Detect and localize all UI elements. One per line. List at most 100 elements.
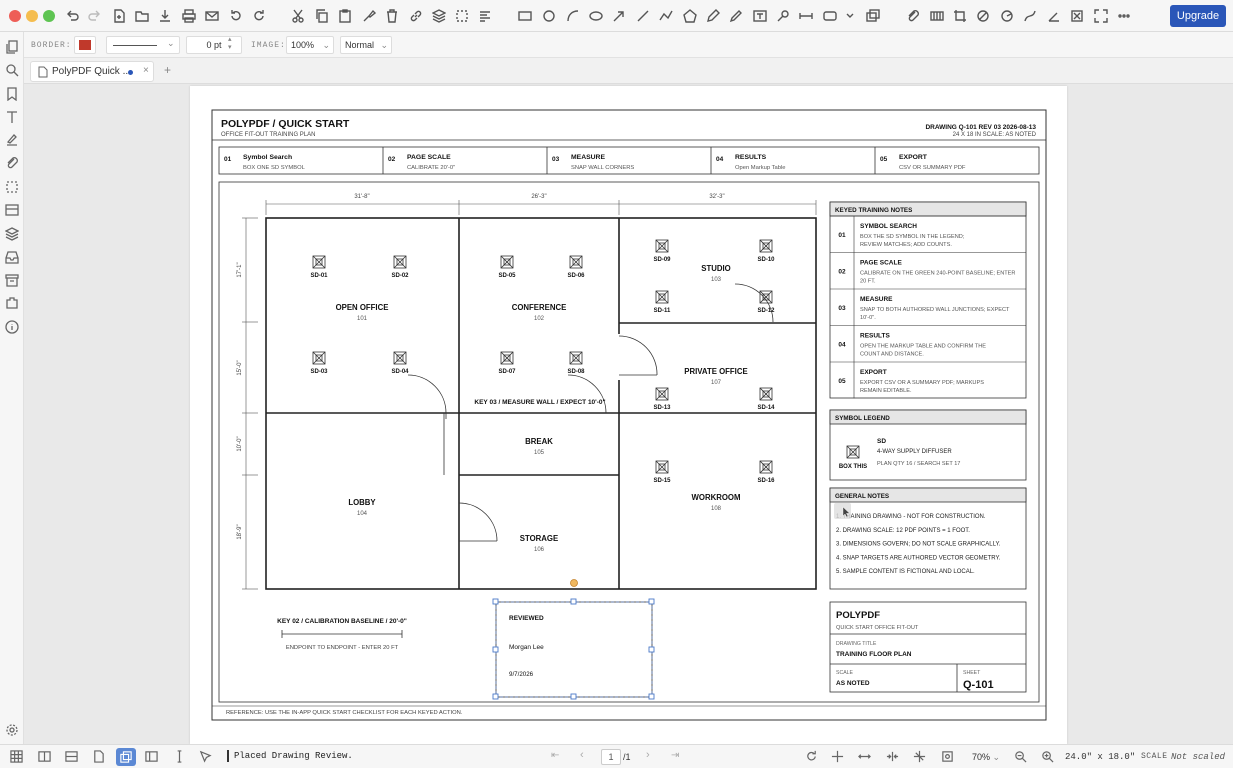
- diffuser-symbol[interactable]: [655, 290, 669, 304]
- actual-size-icon[interactable]: [941, 750, 955, 764]
- blend-mode-select[interactable]: Normal ⌄: [340, 36, 392, 54]
- scale-value[interactable]: Not scaled: [1171, 752, 1225, 762]
- radius-icon[interactable]: [999, 8, 1015, 24]
- two-page-icon[interactable]: [38, 750, 52, 764]
- measure-distance-icon[interactable]: [798, 8, 814, 24]
- new-tab-button[interactable]: +: [164, 63, 171, 77]
- next-page-icon[interactable]: ›: [646, 749, 650, 761]
- single-page-icon[interactable]: [92, 750, 106, 764]
- window-zoom-button[interactable]: [43, 10, 55, 22]
- diffuser-symbol[interactable]: [759, 460, 773, 474]
- attachment-icon[interactable]: [5, 156, 19, 170]
- no-symbol-icon[interactable]: [975, 8, 991, 24]
- redo-icon[interactable]: [87, 8, 103, 24]
- first-page-icon[interactable]: ⇤: [551, 750, 559, 761]
- chevron-down-icon[interactable]: [842, 8, 858, 24]
- sync-icon[interactable]: [805, 750, 819, 764]
- split-view-icon[interactable]: [145, 750, 159, 764]
- undo-icon[interactable]: [64, 8, 80, 24]
- form-icon[interactable]: [5, 203, 19, 217]
- info-icon[interactable]: [5, 320, 19, 334]
- bookmark-icon[interactable]: [5, 87, 19, 102]
- select-area-icon[interactable]: [454, 8, 470, 24]
- fit-width-icon[interactable]: [858, 750, 872, 764]
- diffuser-symbol[interactable]: [759, 290, 773, 304]
- comment-icon[interactable]: [822, 8, 838, 24]
- delete-icon[interactable]: [384, 8, 400, 24]
- calibration-baseline[interactable]: [281, 630, 403, 638]
- image-opacity-field[interactable]: 100% ⌄: [286, 36, 334, 54]
- settings-gear-icon[interactable]: [5, 723, 19, 737]
- fullscreen-icon[interactable]: [1093, 8, 1109, 24]
- diffuser-symbol[interactable]: [500, 351, 514, 365]
- cut-icon[interactable]: [290, 8, 306, 24]
- reviewed-stamp[interactable]: REVIEWED Morgan Lee 9/7/2026: [492, 579, 655, 700]
- polyline-tool-icon[interactable]: [658, 8, 674, 24]
- ellipse-tool-icon[interactable]: [588, 8, 604, 24]
- fit-page-icon[interactable]: [886, 750, 900, 764]
- diffuser-symbol[interactable]: [759, 387, 773, 401]
- arc-tool-icon[interactable]: [565, 8, 581, 24]
- diffuser-symbol[interactable]: [759, 239, 773, 253]
- crop-icon[interactable]: [952, 8, 968, 24]
- pen-tool-icon[interactable]: [705, 8, 721, 24]
- print-icon[interactable]: [181, 8, 197, 24]
- copy-icon[interactable]: [314, 8, 330, 24]
- refresh-icon[interactable]: [251, 8, 267, 24]
- more-icon[interactable]: [1116, 8, 1132, 24]
- prev-page-icon[interactable]: ‹: [580, 749, 584, 761]
- zoom-level[interactable]: 70% ⌄: [972, 752, 1000, 763]
- border-width-stepper[interactable]: ▴ ▾: [228, 36, 232, 52]
- zoom-in-icon[interactable]: [1041, 750, 1055, 764]
- window-minimize-button[interactable]: [26, 10, 38, 22]
- mail-icon[interactable]: [204, 8, 220, 24]
- new-file-icon[interactable]: [111, 8, 127, 24]
- line-tool-icon[interactable]: [635, 8, 651, 24]
- diffuser-symbol[interactable]: [569, 255, 583, 269]
- diffuser-symbol[interactable]: [569, 351, 583, 365]
- grid-view-icon[interactable]: [10, 750, 24, 764]
- hatch-icon[interactable]: [929, 8, 945, 24]
- continuous-icon[interactable]: [65, 750, 79, 764]
- stamp-icon[interactable]: [865, 8, 881, 24]
- format-painter-icon[interactable]: [361, 8, 377, 24]
- selection-icon[interactable]: [5, 180, 19, 194]
- attach-icon[interactable]: [905, 8, 921, 24]
- link-icon[interactable]: [408, 8, 424, 24]
- highlighter-icon[interactable]: [728, 8, 744, 24]
- circle-tool-icon[interactable]: [541, 8, 557, 24]
- border-width-field[interactable]: 0 pt: [186, 36, 242, 54]
- plugin-icon[interactable]: [5, 296, 19, 310]
- window-close-button[interactable]: [9, 10, 21, 22]
- diffuser-symbol[interactable]: [393, 351, 407, 365]
- diffuser-symbol[interactable]: [393, 255, 407, 269]
- arrow-tool-icon[interactable]: [611, 8, 627, 24]
- line-style-chevron-icon[interactable]: ⌄: [167, 38, 175, 49]
- rotate-page-icon[interactable]: [913, 750, 927, 764]
- diffuser-symbol[interactable]: [655, 460, 669, 474]
- revert-icon[interactable]: [228, 8, 244, 24]
- box-x-icon[interactable]: [1069, 8, 1085, 24]
- diffuser-symbol[interactable]: [655, 387, 669, 401]
- layers-icon[interactable]: [431, 8, 447, 24]
- inbox-icon[interactable]: [5, 250, 19, 264]
- callout-icon[interactable]: [775, 8, 791, 24]
- legend-diffuser-symbol[interactable]: [846, 445, 860, 459]
- diffuser-symbol[interactable]: [500, 255, 514, 269]
- text-cursor-icon[interactable]: [173, 750, 187, 764]
- signature-icon[interactable]: [5, 133, 19, 147]
- crosshair-icon[interactable]: [831, 750, 845, 764]
- search-icon[interactable]: [5, 63, 19, 77]
- last-page-icon[interactable]: ⇥: [671, 750, 679, 761]
- pointer-tool-icon[interactable]: [199, 750, 213, 764]
- document-tab[interactable]: PolyPDF Quick ... ×: [30, 61, 154, 82]
- diffuser-symbol[interactable]: [312, 351, 326, 365]
- rotate-handle[interactable]: [570, 579, 578, 587]
- pdf-page[interactable]: POLYPDF / QUICK START OFFICE FIT-OUT TRA…: [190, 86, 1067, 744]
- diffuser-symbol[interactable]: [312, 255, 326, 269]
- tab-close-icon[interactable]: ×: [143, 65, 149, 76]
- text-icon[interactable]: [5, 110, 19, 124]
- archive-icon[interactable]: [5, 273, 19, 287]
- curve-icon[interactable]: [1022, 8, 1038, 24]
- layers-panel-icon[interactable]: [4, 227, 20, 241]
